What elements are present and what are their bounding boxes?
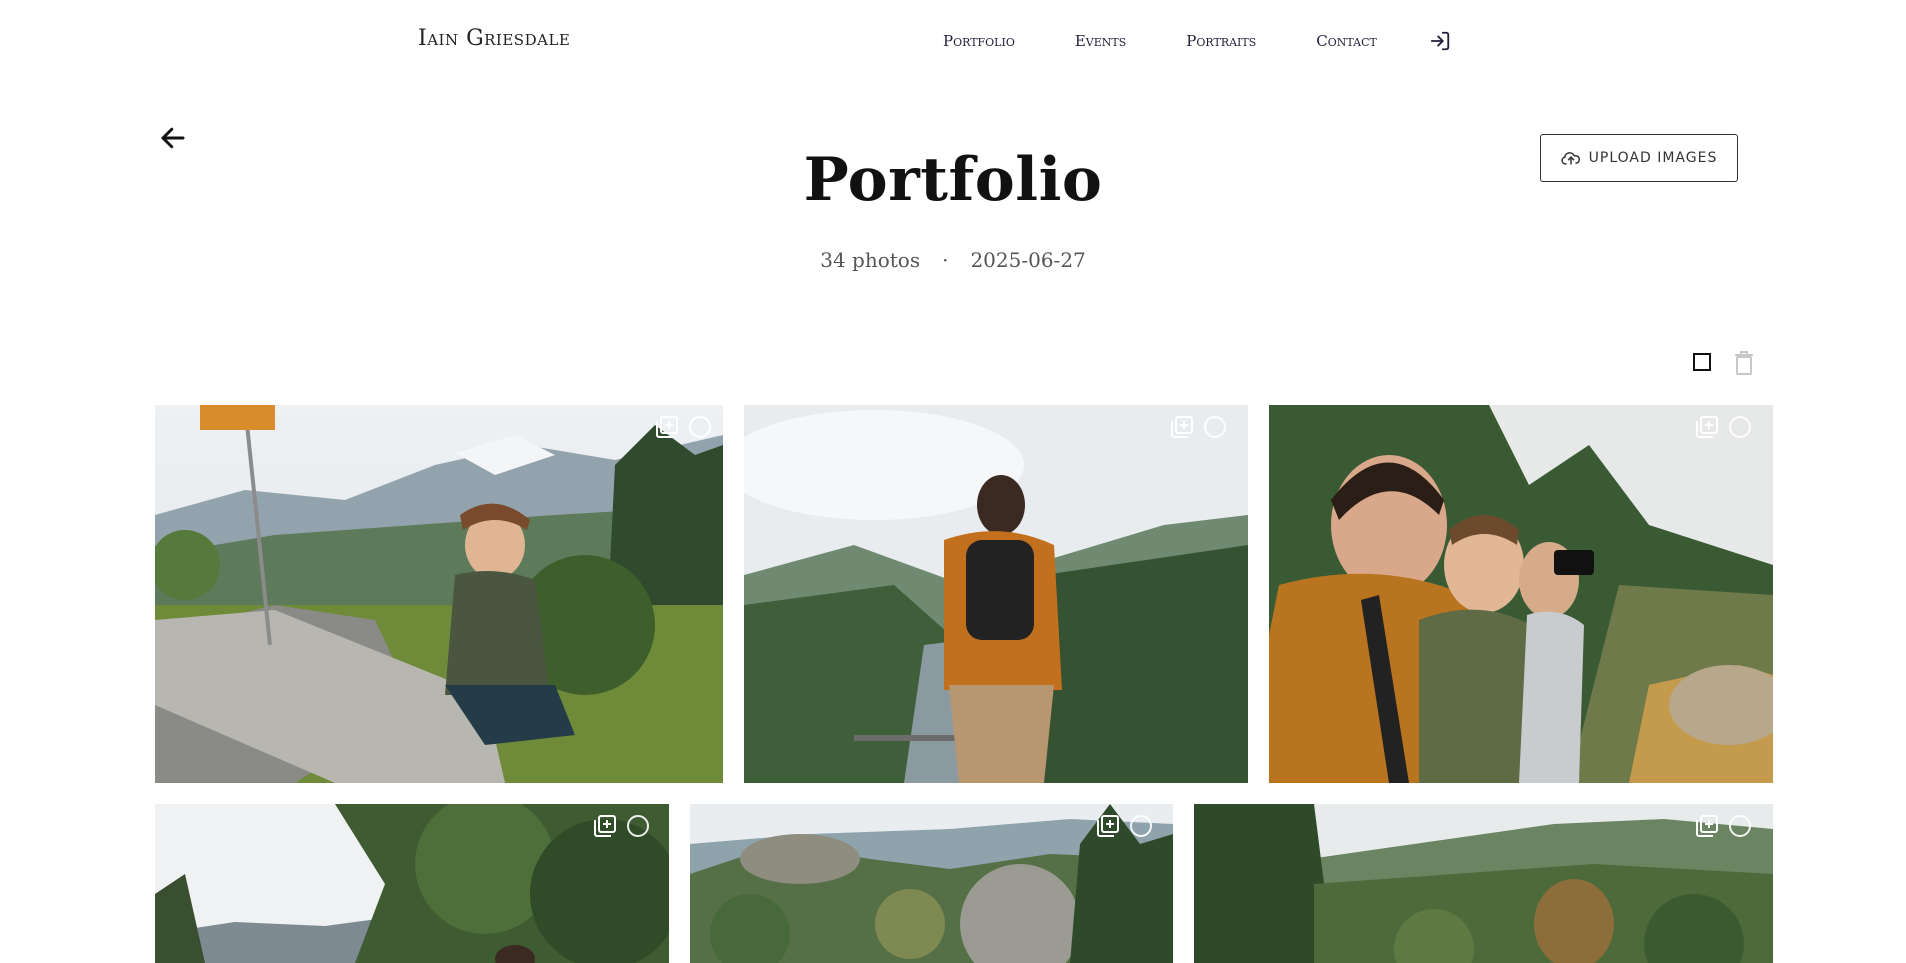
- gallery-photo-5[interactable]: [690, 804, 1173, 963]
- select-circle-icon[interactable]: [1204, 416, 1226, 438]
- upload-label: UPLOAD IMAGES: [1588, 150, 1718, 166]
- add-to-collection-icon[interactable]: [1695, 415, 1719, 439]
- add-to-collection-icon[interactable]: [655, 415, 679, 439]
- upload-images-button[interactable]: UPLOAD IMAGES: [1540, 134, 1738, 182]
- gallery-photo-4[interactable]: [155, 804, 669, 963]
- nav-portraits[interactable]: Portraits: [1186, 32, 1256, 50]
- select-circle-icon[interactable]: [689, 416, 711, 438]
- gallery-photo-2[interactable]: [744, 405, 1248, 783]
- photo-image: [1194, 804, 1773, 963]
- album-date: 2025-06-27: [970, 248, 1086, 272]
- gallery-photo-6[interactable]: [1194, 804, 1773, 963]
- add-to-collection-icon[interactable]: [1170, 415, 1194, 439]
- photo-count: 34 photos: [820, 248, 921, 272]
- photo-image: [1269, 405, 1773, 783]
- brand-logo[interactable]: Iain Griesdale: [418, 26, 570, 51]
- add-to-collection-icon[interactable]: [593, 814, 617, 838]
- login-icon[interactable]: [1429, 30, 1451, 52]
- add-to-collection-icon[interactable]: [1096, 814, 1120, 838]
- select-circle-icon[interactable]: [1729, 416, 1751, 438]
- select-circle-icon[interactable]: [627, 815, 649, 837]
- square-icon[interactable]: [1693, 353, 1711, 371]
- cloud-upload-icon: [1561, 152, 1580, 165]
- album-meta: 34 photos · 2025-06-27: [0, 248, 1906, 272]
- nav-contact[interactable]: Contact: [1316, 32, 1377, 50]
- photo-image: [155, 804, 669, 963]
- nav-events[interactable]: Events: [1075, 32, 1126, 50]
- photo-image: [744, 405, 1248, 783]
- main-nav: Portfolio Events Portraits Contact: [943, 30, 1451, 52]
- gallery-photo-3[interactable]: [1269, 405, 1773, 783]
- nav-portfolio[interactable]: Portfolio: [943, 32, 1015, 50]
- meta-separator: ·: [942, 248, 949, 272]
- select-circle-icon[interactable]: [1729, 815, 1751, 837]
- select-circle-icon[interactable]: [1130, 815, 1152, 837]
- trash-icon[interactable]: [1733, 350, 1755, 376]
- add-to-collection-icon[interactable]: [1695, 814, 1719, 838]
- photo-image: [155, 405, 723, 783]
- site-header: Iain Griesdale Portfolio Events Portrait…: [0, 0, 1906, 80]
- gallery-photo-1[interactable]: [155, 405, 723, 783]
